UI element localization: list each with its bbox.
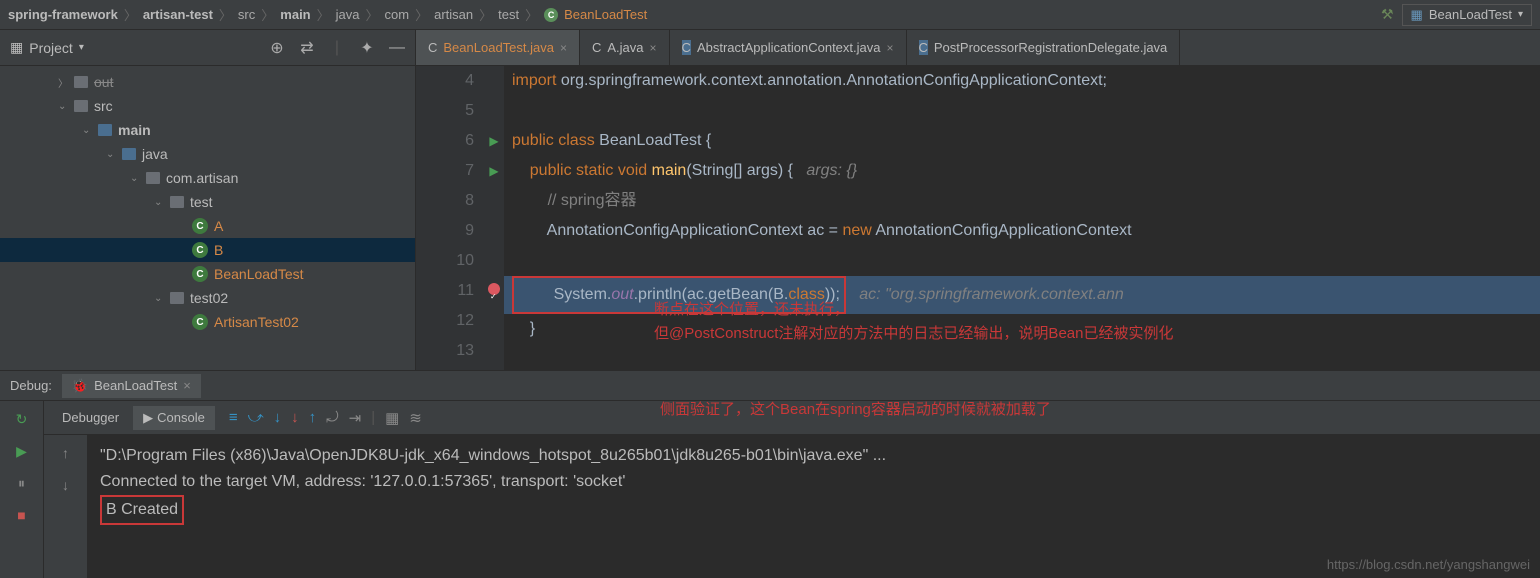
code-editor[interactable]: 45678910111213 ▶▶ import org.springframe… <box>416 66 1540 370</box>
editor-area: CBeanLoadTest.java× CA.java× CAbstractAp… <box>416 30 1540 370</box>
trace-icon[interactable]: ≋ <box>409 409 422 427</box>
debugger-tab[interactable]: Debugger <box>52 406 129 429</box>
tab-beanloadtest[interactable]: CBeanLoadTest.java× <box>416 30 580 65</box>
debug-run-tab[interactable]: 🐞 BeanLoadTest × <box>62 374 201 398</box>
main-row: ▦ Project ▾ ⊕ ⇄ | ✦ — 〉out ⌄src ⌄main ⌄j… <box>0 30 1540 370</box>
class-icon: C <box>682 40 691 55</box>
scroll-down-icon[interactable]: ↓ <box>54 473 78 497</box>
bug-icon: 🐞 <box>72 378 88 394</box>
crumb-spring-framework[interactable]: spring-framework <box>8 7 118 22</box>
chevron-down-icon: ▾ <box>1518 9 1523 20</box>
tree-test02[interactable]: ⌄test02 <box>0 286 415 310</box>
build-icon[interactable]: ⚒ <box>1381 6 1394 23</box>
run-config-name: BeanLoadTest <box>1429 7 1512 22</box>
tree-class-b[interactable]: CB <box>0 238 415 262</box>
gear-icon[interactable]: ✦ <box>359 40 375 56</box>
show-exec-point-icon[interactable]: ≡ <box>229 409 238 427</box>
divider: | <box>329 40 345 56</box>
toolbar-right: ⚒ ▦ BeanLoadTest ▾ <box>1381 4 1532 26</box>
expand-icon[interactable]: ⇄ <box>299 40 315 56</box>
crumb-artisan-test[interactable]: artisan-test <box>143 7 213 22</box>
tree-main[interactable]: ⌄main <box>0 118 415 142</box>
breadcrumb: spring-framework 〉 artisan-test 〉 src 〉 … <box>8 5 647 24</box>
console-tab[interactable]: ▶Console <box>133 406 215 430</box>
class-icon: C <box>544 8 558 22</box>
console-line: Connected to the target VM, address: '12… <box>100 469 1528 495</box>
tree-class-beanload[interactable]: CBeanLoadTest <box>0 262 415 286</box>
tree-src[interactable]: ⌄src <box>0 94 415 118</box>
close-icon[interactable]: × <box>560 41 567 55</box>
debug-left-toolbar: ↻ ▶ ⏸ ■ <box>0 401 44 578</box>
debug-body: ↻ ▶ ⏸ ■ Debugger ▶Console ≡ ⤻ ↓ ↓ ↑ ⤾ ⇥ … <box>0 401 1540 578</box>
console-output[interactable]: "D:\Program Files (x86)\Java\OpenJDK8U-j… <box>88 435 1540 578</box>
console-highlight: B Created <box>100 495 184 525</box>
scroll-up-icon[interactable]: ↑ <box>54 441 78 465</box>
annotation-2: 但@PostConstruct注解对应的方法中的日志已经输出，说明Bean已经被… <box>654 322 1173 343</box>
stop-icon[interactable]: ■ <box>10 503 34 527</box>
close-icon[interactable]: × <box>886 41 893 55</box>
run-icon: ▦ <box>1411 7 1423 23</box>
editor-tabs: CBeanLoadTest.java× CA.java× CAbstractAp… <box>416 30 1540 66</box>
run-to-cursor-icon[interactable]: ⇥ <box>349 409 362 427</box>
target-icon[interactable]: ⊕ <box>269 40 285 56</box>
project-tool-icon: ▦ <box>10 39 23 56</box>
line-numbers: 45678910111213 <box>416 66 484 370</box>
tree-test[interactable]: ⌄test <box>0 190 415 214</box>
close-icon[interactable]: × <box>650 41 657 55</box>
resume-icon[interactable]: ▶ <box>10 439 34 463</box>
crumb-test[interactable]: test <box>498 7 519 22</box>
hide-icon[interactable]: — <box>389 40 405 56</box>
tree-pkg[interactable]: ⌄com.artisan <box>0 166 415 190</box>
tree-out[interactable]: 〉out <box>0 70 415 94</box>
annotation-3: 侧面验证了，这个Bean在spring容器启动的时候就被加载了 <box>660 398 1051 419</box>
class-icon: C <box>428 40 437 55</box>
tree-class-a[interactable]: CA <box>0 214 415 238</box>
class-icon: C <box>592 40 601 55</box>
tab-postprocessor[interactable]: CPostProcessorRegistrationDelegate.java <box>907 30 1181 65</box>
project-header: ▦ Project ▾ ⊕ ⇄ | ✦ — <box>0 30 415 66</box>
step-over-icon[interactable]: ⤻ <box>248 409 264 427</box>
project-sidebar: ▦ Project ▾ ⊕ ⇄ | ✦ — 〉out ⌄src ⌄main ⌄j… <box>0 30 416 370</box>
pause-icon[interactable]: ⏸ <box>10 471 34 495</box>
tree-java[interactable]: ⌄java <box>0 142 415 166</box>
crumb-java[interactable]: java <box>336 7 360 22</box>
crumb-main[interactable]: main <box>280 7 310 22</box>
tab-a[interactable]: CA.java× <box>580 30 670 65</box>
watermark: https://blog.csdn.net/yangshangwei <box>1327 557 1530 572</box>
console-icon: ▶ <box>143 410 153 426</box>
tab-abstractappcontext[interactable]: CAbstractApplicationContext.java× <box>670 30 907 65</box>
evaluate-icon[interactable]: ▦ <box>385 409 399 427</box>
crumb-class[interactable]: BeanLoadTest <box>564 7 647 22</box>
drop-frame-icon[interactable]: ⤾ <box>326 409 339 427</box>
rerun-icon[interactable]: ↻ <box>10 407 34 431</box>
console-body: ↑ ↓ "D:\Program Files (x86)\Java\OpenJDK… <box>44 435 1540 578</box>
crumb-artisan[interactable]: artisan <box>434 7 473 22</box>
chevron-down-icon[interactable]: ▾ <box>79 42 84 53</box>
top-bar: spring-framework 〉 artisan-test 〉 src 〉 … <box>0 0 1540 30</box>
console-scroll-toolbar: ↑ ↓ <box>44 435 88 578</box>
project-title: Project <box>29 40 73 56</box>
step-into-icon[interactable]: ↓ <box>274 409 282 427</box>
class-icon: C <box>919 40 928 55</box>
force-step-into-icon[interactable]: ↓ <box>291 409 299 427</box>
tree-artisan-test02[interactable]: CArtisanTest02 <box>0 310 415 334</box>
close-icon[interactable]: × <box>183 378 191 393</box>
console-line: "D:\Program Files (x86)\Java\OpenJDK8U-j… <box>100 443 1528 469</box>
debug-right: Debugger ▶Console ≡ ⤻ ↓ ↓ ↑ ⤾ ⇥ | ▦ ≋ ↑ <box>44 401 1540 578</box>
debug-label: Debug: <box>10 378 52 393</box>
annotation-1: 断点在这个位置，还未执行， <box>654 298 849 319</box>
step-toolbar: ≡ ⤻ ↓ ↓ ↑ ⤾ ⇥ | ▦ ≋ <box>229 409 422 427</box>
project-tree: 〉out ⌄src ⌄main ⌄java ⌄com.artisan ⌄test… <box>0 66 415 370</box>
step-out-icon[interactable]: ↑ <box>309 409 317 427</box>
debug-header: Debug: 🐞 BeanLoadTest × <box>0 371 1540 401</box>
run-config-selector[interactable]: ▦ BeanLoadTest ▾ <box>1402 4 1532 26</box>
gutter-icons: ▶▶ <box>484 66 504 370</box>
crumb-com[interactable]: com <box>385 7 410 22</box>
crumb-src[interactable]: src <box>238 7 255 22</box>
